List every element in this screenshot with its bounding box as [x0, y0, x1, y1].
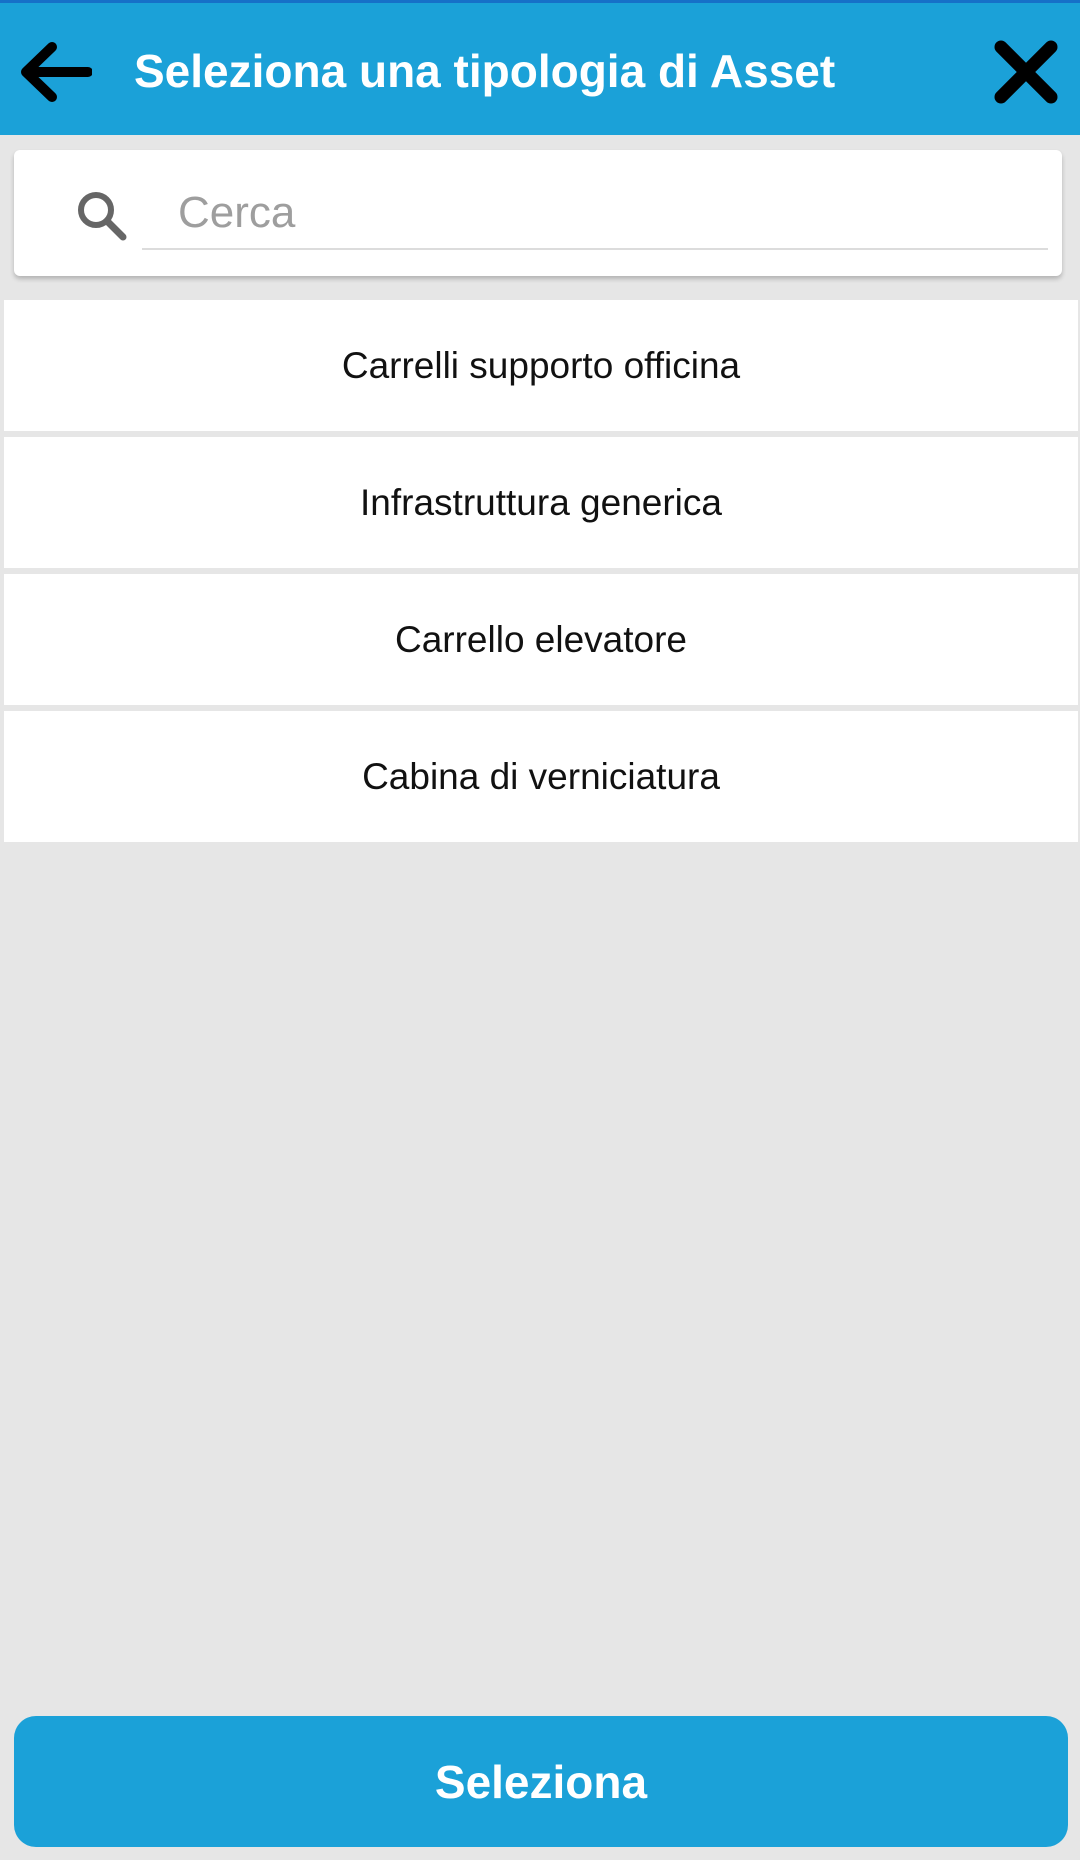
list-item[interactable]: Cabina di verniciatura [4, 711, 1078, 842]
close-button[interactable] [986, 29, 1066, 115]
select-button[interactable]: Seleziona [14, 1716, 1068, 1847]
back-button[interactable] [10, 29, 98, 115]
asset-type-list: Carrelli supporto officina Infrastruttur… [4, 300, 1078, 848]
search-bar [14, 150, 1062, 276]
list-item[interactable]: Carrelli supporto officina [4, 300, 1078, 431]
arrow-left-icon [21, 42, 92, 102]
page-title: Seleziona una tipologia di Asset [134, 45, 836, 97]
list-item[interactable]: Carrello elevatore [4, 574, 1078, 705]
app-header: Seleziona una tipologia di Asset [0, 0, 1080, 135]
list-item[interactable]: Infrastruttura generica [4, 437, 1078, 568]
search-input[interactable] [142, 178, 1048, 250]
search-icon [78, 192, 127, 241]
close-icon [994, 40, 1058, 104]
